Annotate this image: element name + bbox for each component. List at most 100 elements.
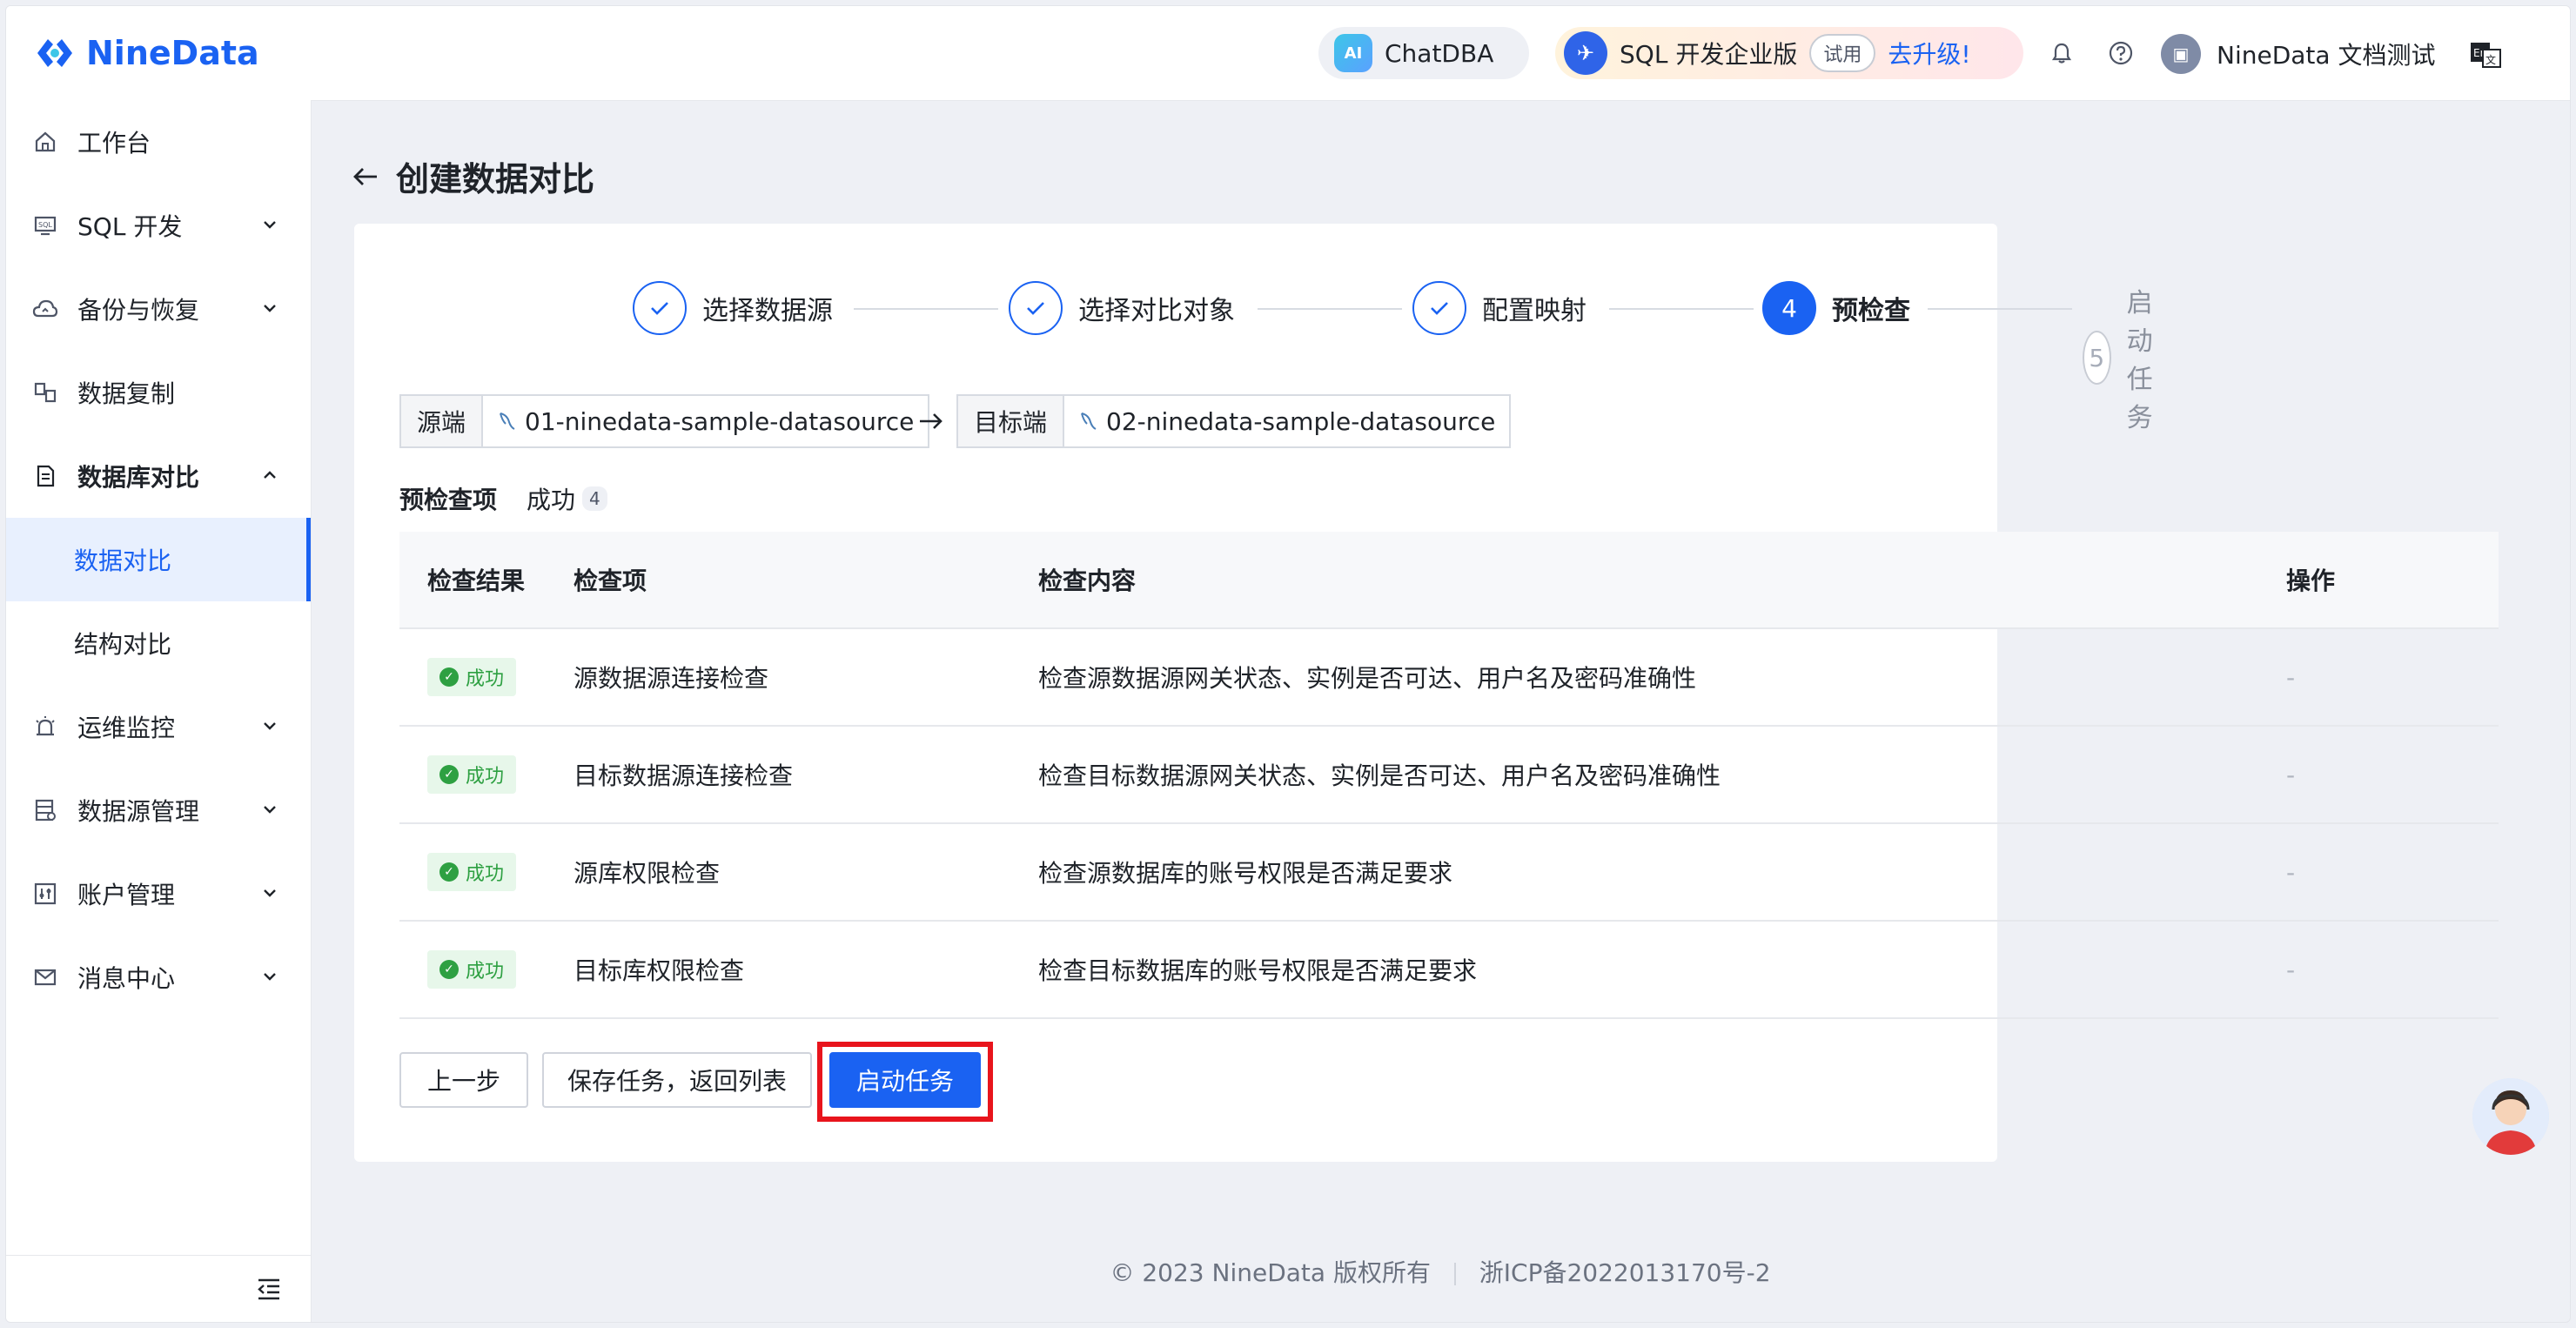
step-label: 配置映射 — [1482, 296, 1587, 326]
step-5: 5 启动任务 — [2083, 281, 2178, 434]
sidebar-item-structure-compare[interactable]: 结构对比 — [6, 601, 311, 685]
result-cell: ✓ 成功 — [399, 658, 574, 696]
replication-icon — [32, 379, 58, 406]
check-circle-icon: ✓ — [439, 765, 459, 784]
sql-icon: SQL — [32, 212, 58, 238]
column-header: 检查结果 — [427, 567, 526, 595]
check-circle-icon: ✓ — [439, 960, 459, 979]
edition-upgrade-banner[interactable]: ✈ SQL 开发企业版 试用 去升级! — [1555, 27, 2023, 79]
action-cell: - — [2286, 662, 2296, 692]
brand-name: NineData — [86, 34, 259, 72]
sidebar-item-workbench[interactable]: 工作台 — [6, 100, 311, 184]
target-datasource: 目标端 02-ninedata-sample-datasource — [956, 394, 1512, 448]
precheck-summary: 预检查项 成功 4 — [399, 481, 607, 516]
sidebar-item-messages[interactable]: 消息中心 — [6, 936, 311, 1019]
page-title: 创建数据对比 — [351, 152, 594, 200]
back-arrow-icon[interactable] — [351, 162, 380, 191]
step-label: 选择对比对象 — [1078, 296, 1235, 326]
home-icon — [32, 129, 58, 155]
step-connector — [854, 308, 998, 310]
sidebar-item-replication[interactable]: 数据复制 — [6, 351, 311, 434]
brand-logo[interactable]: NineData — [32, 30, 259, 76]
check-item: 源数据源连接检查 — [574, 664, 769, 693]
table-row: ✓ 成功 源库权限检查 检查源数据库的账号权限是否满足要求 - — [399, 824, 2499, 922]
icp-link[interactable]: 浙ICP备2022013170号-2 — [1479, 1258, 1771, 1287]
step-number: 4 — [1762, 281, 1816, 335]
sidebar-item-account[interactable]: 账户管理 — [6, 852, 311, 936]
svg-text:SQL: SQL — [38, 221, 52, 229]
sidebar-item-db-compare[interactable]: 数据库对比 — [6, 434, 311, 518]
chevron-down-icon — [264, 889, 276, 897]
action-cell: - — [2286, 955, 2296, 984]
datasource-icon — [32, 797, 58, 823]
mail-icon — [32, 964, 58, 990]
check-icon — [633, 281, 687, 335]
check-circle-icon: ✓ — [439, 862, 459, 882]
count-badge: 4 — [582, 486, 607, 511]
column-header: 操作 — [2286, 567, 2336, 595]
table-row: ✓ 成功 源数据源连接检查 检查源数据源网关状态、实例是否可达、用户名及密码准确性… — [399, 629, 2499, 727]
sidebar-item-label: 工作台 — [77, 129, 151, 158]
success-label: 成功 — [527, 486, 576, 514]
precheck-summary-label: 预检查项 — [399, 486, 498, 514]
upgrade-link[interactable]: 去升级! — [1888, 36, 1970, 70]
sidebar-item-label: SQL 开发 — [77, 212, 183, 241]
highlight-box — [817, 1042, 993, 1122]
sidebar-item-label: 数据库对比 — [77, 463, 200, 492]
target-name: 02-ninedata-sample-datasource — [1064, 407, 1509, 436]
chevron-down-icon — [264, 973, 276, 981]
main-card: 选择数据源 选择对比对象 配置映射 4 预检查 5 启动任务 源端 01-nin… — [354, 224, 2499, 1162]
trial-badge: 试用 — [1809, 34, 1876, 72]
result-cell: ✓ 成功 — [399, 755, 574, 794]
status-text: 成功 — [466, 863, 505, 885]
status-badge: ✓ 成功 — [427, 950, 517, 989]
footer-divider — [1453, 1263, 1456, 1285]
svg-text:文: 文 — [2485, 53, 2496, 66]
action-cell: - — [2286, 857, 2296, 887]
mysql-dolphin-icon — [1081, 412, 1097, 430]
sidebar-item-sql-dev[interactable]: SQL SQL 开发 — [6, 184, 311, 267]
target-tag: 目标端 — [958, 396, 1065, 446]
collapse-sidebar-icon[interactable] — [255, 1275, 283, 1303]
save-return-button[interactable]: 保存任务，返回列表 — [542, 1052, 812, 1108]
support-agent-avatar[interactable] — [2472, 1078, 2549, 1155]
precheck-table: 检查结果 检查项 检查内容 操作 ✓ 成功 源数据源连接检查 检查源数据源网关状态… — [399, 532, 2499, 1019]
step-indicator: 选择数据源 选择对比对象 配置映射 4 预检查 5 启动任务 — [354, 281, 2153, 433]
chevron-up-icon — [264, 471, 276, 479]
success-count: 成功 4 — [527, 481, 607, 516]
edition-label: SQL 开发企业版 — [1620, 40, 1798, 69]
status-text: 成功 — [466, 961, 505, 983]
step-1: 选择数据源 — [633, 281, 833, 335]
sidebar-item-backup[interactable]: 备份与恢复 — [6, 267, 311, 351]
help-icon[interactable] — [2107, 39, 2135, 67]
sidebar-item-data-compare[interactable]: 数据对比 — [6, 518, 311, 601]
user-menu[interactable]: ▣ NineData 文档测试 — [2161, 34, 2435, 74]
check-item: 目标数据源连接检查 — [574, 761, 794, 790]
step-4: 4 预检查 — [1762, 281, 1910, 335]
chevron-down-icon — [264, 305, 276, 312]
arrow-right-icon — [920, 413, 943, 429]
chatdba-label: ChatDBA — [1385, 38, 1494, 68]
prev-step-button[interactable]: 上一步 — [399, 1052, 528, 1108]
page-footer: © 2023 NineData 版权所有 浙ICP备2022013170号-2 — [311, 1254, 2570, 1289]
check-content: 检查目标数据源网关状态、实例是否可达、用户名及密码准确性 — [1038, 761, 1721, 790]
ninedata-logo-icon — [37, 39, 72, 67]
sidebar-item-monitoring[interactable]: 运维监控 — [6, 685, 311, 768]
source-name: 01-ninedata-sample-datasource — [483, 407, 928, 436]
sidebar-item-label: 备份与恢复 — [77, 296, 200, 325]
user-name: NineData 文档测试 — [2217, 41, 2436, 70]
sidebar-item-datasource[interactable]: 数据源管理 — [6, 768, 311, 852]
sidebar-item-label: 数据复制 — [77, 379, 176, 408]
status-badge: ✓ 成功 — [427, 658, 517, 696]
page-title-text: 创建数据对比 — [396, 160, 595, 198]
status-badge: ✓ 成功 — [427, 853, 517, 891]
source-name-text: 01-ninedata-sample-datasource — [525, 406, 915, 436]
status-text: 成功 — [466, 668, 505, 690]
action-cell: - — [2286, 760, 2296, 789]
language-switch-icon[interactable]: En 文 — [2469, 39, 2502, 70]
status-badge: ✓ 成功 — [427, 755, 517, 794]
avatar: ▣ — [2161, 34, 2201, 74]
bell-icon[interactable] — [2048, 39, 2076, 67]
chatdba-button[interactable]: AI ChatDBA — [1318, 27, 1529, 79]
sidebar-item-label: 数据对比 — [74, 547, 172, 575]
